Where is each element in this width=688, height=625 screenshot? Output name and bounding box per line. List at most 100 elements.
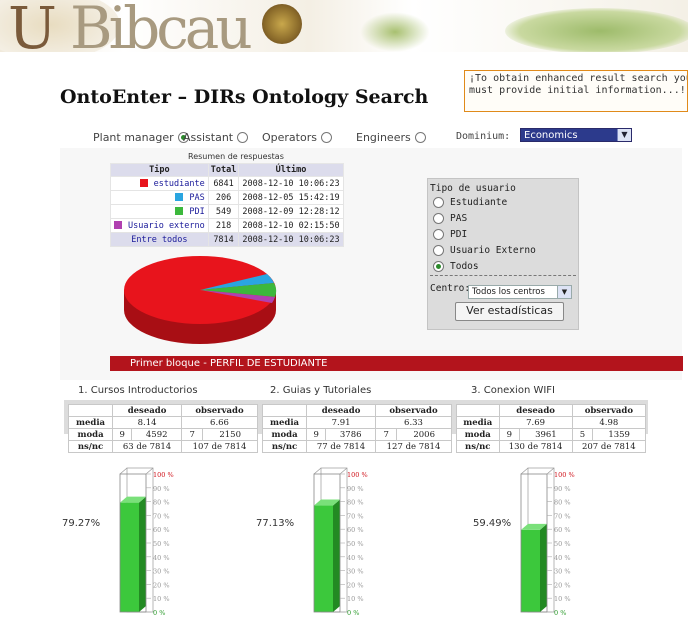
gauge-fill-side	[540, 523, 547, 612]
cell: 3786	[325, 428, 377, 441]
gauge-tick-label: 30 %	[153, 568, 170, 576]
radio-icon[interactable]	[433, 197, 444, 208]
gauge-edge	[339, 467, 348, 475]
legend-swatch	[114, 220, 122, 229]
col-tipo: Tipo	[110, 163, 209, 177]
table-row: moda 9 3961 5 1359	[456, 428, 646, 441]
table-row: moda 9 3786 7 2006	[261, 428, 452, 441]
gauge-edge	[313, 467, 322, 475]
row-label: ns/nc	[67, 440, 114, 453]
option-label: PDI	[450, 229, 468, 240]
table-row: PDI 549 2008-12-09 12:28:12	[110, 204, 344, 219]
cell-ultimo: 2008-12-10 10:06:23	[238, 232, 344, 247]
percent-label: 77.13%	[256, 518, 295, 529]
role-option-assistant[interactable]: Assistant	[183, 131, 249, 144]
cell: 1359	[592, 428, 646, 441]
table-row: moda 9 4592 7 2150	[67, 428, 258, 441]
gauge-fill-side	[139, 496, 146, 612]
col-observado: observado	[375, 404, 452, 417]
tipo-label: PDI	[189, 206, 205, 217]
banner-logo-u: U	[8, 0, 57, 52]
cell-ultimo: 2008-12-09 12:28:12	[238, 204, 344, 219]
ver-estadisticas-button[interactable]: Ver estadísticas	[455, 302, 564, 321]
row-label: ns/nc	[456, 440, 500, 453]
dominium-label: Dominium:	[456, 131, 511, 142]
stat-title: 2. Guias y Tutoriales	[270, 385, 372, 396]
table-row: deseado observado	[261, 404, 452, 417]
chevron-down-icon[interactable]: ▼	[557, 286, 571, 298]
filter-option-pas[interactable]: PAS	[433, 213, 467, 224]
cell: 130 de 7814	[498, 440, 573, 453]
cell: 77 de 7814	[306, 440, 377, 453]
radio-icon[interactable]	[433, 229, 444, 240]
gauge-tick-label: 100 %	[153, 471, 174, 479]
row-label: media	[67, 416, 114, 429]
cell-total: 6841	[207, 176, 240, 191]
page-title: OntoEnter – DIRs Ontology Search	[60, 86, 429, 108]
cell: 207 de 7814	[571, 440, 647, 453]
filter-option-todos[interactable]: Todos	[433, 261, 479, 272]
cell-tipo: estudiante	[110, 176, 209, 191]
col-total: Total	[207, 163, 240, 177]
role-option-plant-manager[interactable]: Plant manager	[93, 131, 189, 144]
gauge-tick-label: 70 %	[554, 512, 571, 520]
pie-chart	[124, 256, 277, 344]
gauge-tick-label: 40 %	[153, 554, 170, 562]
row-label: moda	[456, 428, 500, 441]
radio-icon[interactable]	[237, 132, 249, 143]
col-deseado: deseado	[112, 404, 183, 417]
stat-table-box: deseado observado media 7.91 6.33 moda 9 3786 7 2…	[258, 400, 454, 453]
cell-total: 206	[207, 190, 240, 205]
dominium-select[interactable]: Economics ▼	[520, 128, 632, 142]
role-option-engineers[interactable]: Engineers	[356, 131, 426, 144]
centro-select[interactable]: Todos los centros ▼	[468, 285, 572, 299]
cell-total: 7814	[207, 232, 240, 247]
gauge-tick-label: 0 %	[153, 609, 165, 617]
row-label: media	[456, 416, 500, 429]
table-row: ns/nc 77 de 7814 127 de 7814	[261, 440, 452, 453]
gauge-tick-label: 70 %	[347, 512, 364, 520]
radio-icon[interactable]	[414, 132, 426, 143]
row-label: moda	[261, 428, 308, 441]
col-observado: observado	[181, 404, 258, 417]
cell: 2006	[396, 428, 452, 441]
divider	[430, 275, 576, 276]
table-row: Usuario externo 218 2008-12-10 02:15:50	[110, 218, 344, 233]
gauge-edge	[145, 467, 154, 475]
radio-icon[interactable]	[433, 213, 444, 224]
gauge-edge	[546, 467, 555, 475]
percent-label: 79.27%	[62, 518, 101, 529]
radio-icon[interactable]	[433, 245, 444, 256]
col-deseado: deseado	[498, 404, 573, 417]
gauge-tick-label: 60 %	[554, 526, 571, 534]
table-row: PAS 206 2008-12-05 15:42:19	[110, 190, 344, 205]
chevron-down-icon[interactable]: ▼	[617, 129, 631, 141]
row-label: ns/nc	[261, 440, 308, 453]
centro-value: Todos los centros	[472, 287, 545, 297]
gauge-tick-label: 50 %	[153, 540, 170, 548]
radio-icon[interactable]	[433, 261, 444, 272]
filter-option-usuario-externo[interactable]: Usuario Externo	[433, 245, 536, 256]
hint-line-1: ¡To obtain enhanced result search you	[469, 73, 688, 84]
cell-tipo: Entre todos	[110, 232, 209, 247]
cell: 9	[306, 428, 327, 441]
university-seal-icon	[262, 4, 302, 44]
filter-option-estudiante[interactable]: Estudiante	[433, 197, 507, 208]
percent-label: 59.49%	[473, 518, 512, 529]
table-total-row: Entre todos 7814 2008-12-10 10:06:23	[110, 232, 344, 247]
cell: 8.14	[112, 416, 183, 429]
table-row: deseado observado	[67, 404, 258, 417]
table-row: media 8.14 6.66	[67, 416, 258, 429]
banner-leaves	[505, 8, 688, 52]
cell: 6.33	[375, 416, 452, 429]
cell-ultimo: 2008-12-10 10:06:23	[238, 176, 344, 191]
gauge-tick-label: 70 %	[153, 512, 170, 520]
filter-option-pdi[interactable]: PDI	[433, 229, 467, 240]
gauge-tick-label: 40 %	[554, 554, 571, 562]
gauge-tick-label: 10 %	[153, 595, 170, 603]
section-bar: Primer bloque - PERFIL DE ESTUDIANTE	[110, 356, 683, 371]
table-row: ns/nc 63 de 7814 107 de 7814	[67, 440, 258, 453]
tipo-label: Usuario externo	[128, 220, 205, 231]
role-option-operators[interactable]: Operators	[262, 131, 332, 144]
radio-icon[interactable]	[320, 132, 332, 143]
